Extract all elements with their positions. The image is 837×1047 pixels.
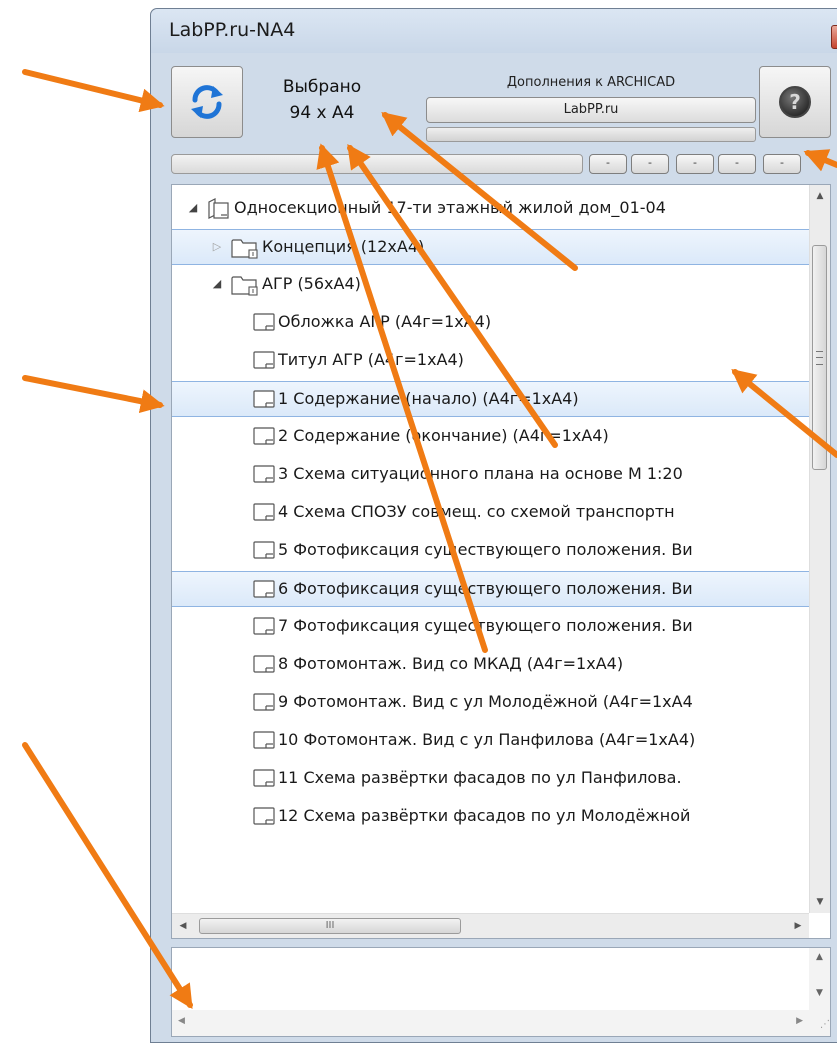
arrow-up-icon[interactable]: ▲ (809, 952, 830, 962)
addons-progress-bar (426, 127, 756, 142)
sheet-icon (252, 691, 276, 717)
tree-row-label: Титул АГР (А4г=1хА4) (278, 350, 464, 369)
mini-button-4[interactable]: - (718, 154, 756, 174)
tree-row-label: Обложка АГР (А4г=1хА4) (278, 312, 492, 331)
tree-row-label: 8 Фотомонтаж. Вид со МКАД (А4г=1хА4) (278, 654, 624, 673)
tree-rows-container: ◢ Односекционный 17-ти этажный жилой дом_… (172, 185, 809, 913)
help-button[interactable]: ? (759, 66, 831, 138)
folder-icon (230, 273, 260, 301)
sheet-icon (252, 615, 276, 641)
tree-row[interactable]: ◢ АГР (56xA4) (172, 267, 809, 303)
tree-row-label: АГР (56xA4) (262, 274, 361, 293)
info-horizontal-scrollbar[interactable]: ◀ ▶ (172, 1010, 809, 1036)
tree-row-label: Односекционный 17-ти этажный жилой дом_0… (234, 198, 666, 217)
tree-row[interactable]: 4 Схема СПОЗУ совмещ. со схемой транспор… (172, 495, 809, 531)
arrow-up-icon[interactable]: ▲ (810, 185, 830, 207)
collapse-arrow-icon[interactable]: ◢ (186, 201, 200, 215)
tree-row-label: 4 Схема СПОЗУ совмещ. со схемой транспор… (278, 502, 675, 521)
close-button[interactable]: x (831, 25, 837, 49)
window-title: LabPP.ru-NA4 (169, 19, 296, 41)
sheet-icon (252, 729, 276, 755)
tree-row-label: Концепция (12xA4) (262, 237, 425, 256)
tree-row[interactable]: ◢ Односекционный 17-ти этажный жилой дом_… (172, 191, 809, 227)
tree-row-label: 6 Фотофиксация существующего положения. … (278, 579, 693, 598)
sheet-icon (252, 805, 276, 831)
horizontal-scroll-thumb[interactable]: III (199, 918, 461, 934)
vertical-scroll-thumb[interactable] (812, 245, 827, 470)
info-vertical-scrollbar[interactable]: ▲ ▼ (809, 948, 830, 1010)
sheet-icon (252, 767, 276, 793)
folder-icon (230, 236, 260, 264)
tree-row-label: 1 Содержание (начало) (А4г=1хА4) (278, 389, 579, 408)
tree-row[interactable]: 6 Фотофиксация существующего положения. … (172, 571, 809, 607)
tree-row[interactable]: 5 Фотофиксация существующего положения. … (172, 533, 809, 569)
arrow-left-icon[interactable]: ◀ (172, 914, 194, 938)
sheet-icon (252, 311, 276, 337)
tree-row-label: 3 Схема ситуационного плана на основе М … (278, 464, 683, 483)
tree-row[interactable]: 10 Фотомонтаж. Вид с ул Панфилова (А4г=1… (172, 723, 809, 759)
addons-label: Дополнения к ARCHICAD (506, 75, 676, 90)
tree-row[interactable]: 1 Содержание (начало) (А4г=1хА4) (172, 381, 809, 417)
labpp-window: LabPP.ru-NA4 x Выбрано 94 x A4 Дополнени… (150, 8, 837, 1043)
tree-row-label: 10 Фотомонтаж. Вид с ул Панфилова (А4г=1… (278, 730, 696, 749)
selected-count: 94 x A4 (289, 103, 355, 123)
arrow-down-icon[interactable]: ▼ (810, 891, 830, 913)
tree-row[interactable]: 8 Фотомонтаж. Вид со МКАД (А4г=1хА4) (172, 647, 809, 683)
tree-row[interactable]: Титул АГР (А4г=1хА4) (172, 343, 809, 379)
tree-horizontal-scrollbar[interactable]: ◀ III ▶ (172, 913, 809, 938)
tree-row-label: 2 Содержание (окончание) (А4г=1хА4) (278, 426, 609, 445)
sheet-icon (252, 463, 276, 489)
tree-row[interactable]: Обложка АГР (А4г=1хА4) (172, 305, 809, 341)
tree-row-label: 12 Схема развёртки фасадов по ул Молодёж… (278, 806, 691, 825)
tree-row[interactable]: 3 Схема ситуационного плана на основе М … (172, 457, 809, 493)
tree-vertical-scrollbar[interactable]: ▲ ▼ (809, 185, 830, 913)
tree-row-label: 9 Фотомонтаж. Вид с ул Молодёжной (А4г=1… (278, 692, 693, 711)
title-bar[interactable]: LabPP.ru-NA4 x (151, 9, 837, 53)
tree-row-label: 11 Схема развёртки фасадов по ул Панфило… (278, 768, 682, 787)
refresh-button[interactable] (171, 66, 243, 138)
mini-button-5[interactable]: - (763, 154, 801, 174)
selection-progress-bar (171, 154, 583, 174)
annotation-arrow-tree-row (22, 375, 165, 414)
arrow-down-icon[interactable]: ▼ (809, 988, 830, 998)
mini-button-2[interactable]: - (631, 154, 669, 174)
refresh-icon (191, 85, 223, 119)
sheet-icon (252, 578, 276, 604)
sheet-icon (252, 388, 276, 414)
mini-button-1[interactable]: - (589, 154, 627, 174)
collapse-arrow-icon[interactable]: ◢ (210, 277, 224, 291)
sheet-icon (252, 653, 276, 679)
tree-row[interactable]: 7 Фотофиксация существующего положения. … (172, 609, 809, 645)
resize-grip-icon[interactable]: ⋰ (809, 1010, 830, 1036)
arrow-right-icon[interactable]: ▶ (796, 1016, 803, 1026)
tree-row[interactable]: 12 Схема развёртки фасадов по ул Молодёж… (172, 799, 809, 835)
tree-row[interactable]: ▷ Концепция (12xA4) (172, 229, 809, 265)
tree-row[interactable]: 11 Схема развёртки фасадов по ул Панфило… (172, 761, 809, 797)
annotation-arrow-refresh (22, 69, 165, 113)
sheet-icon (252, 349, 276, 375)
tree-row-label: 7 Фотофиксация существующего положения. … (278, 616, 693, 635)
mini-button-3[interactable]: - (676, 154, 714, 174)
tree-row[interactable]: 2 Содержание (окончание) (А4г=1хА4) (172, 419, 809, 455)
selected-label: Выбрано (282, 77, 362, 97)
arrow-left-icon[interactable]: ◀ (178, 1016, 185, 1026)
project-icon (206, 197, 230, 225)
arrow-right-icon[interactable]: ▶ (787, 914, 809, 938)
labpp-link-button[interactable]: LabPP.ru (426, 97, 756, 123)
expand-arrow-icon[interactable]: ▷ (210, 240, 224, 254)
layout-tree-view[interactable]: ◢ Односекционный 17-ти этажный жилой дом_… (171, 184, 831, 939)
sheet-icon (252, 501, 276, 527)
help-icon: ? (779, 86, 811, 118)
info-text-area[interactable]: ▲ ▼ ◀ ▶ ⋰ (171, 947, 831, 1037)
sheet-icon (252, 425, 276, 451)
sheet-icon (252, 539, 276, 565)
tree-row[interactable]: 9 Фотомонтаж. Вид с ул Молодёжной (А4г=1… (172, 685, 809, 721)
tree-row-label: 5 Фотофиксация существующего положения. … (278, 540, 693, 559)
